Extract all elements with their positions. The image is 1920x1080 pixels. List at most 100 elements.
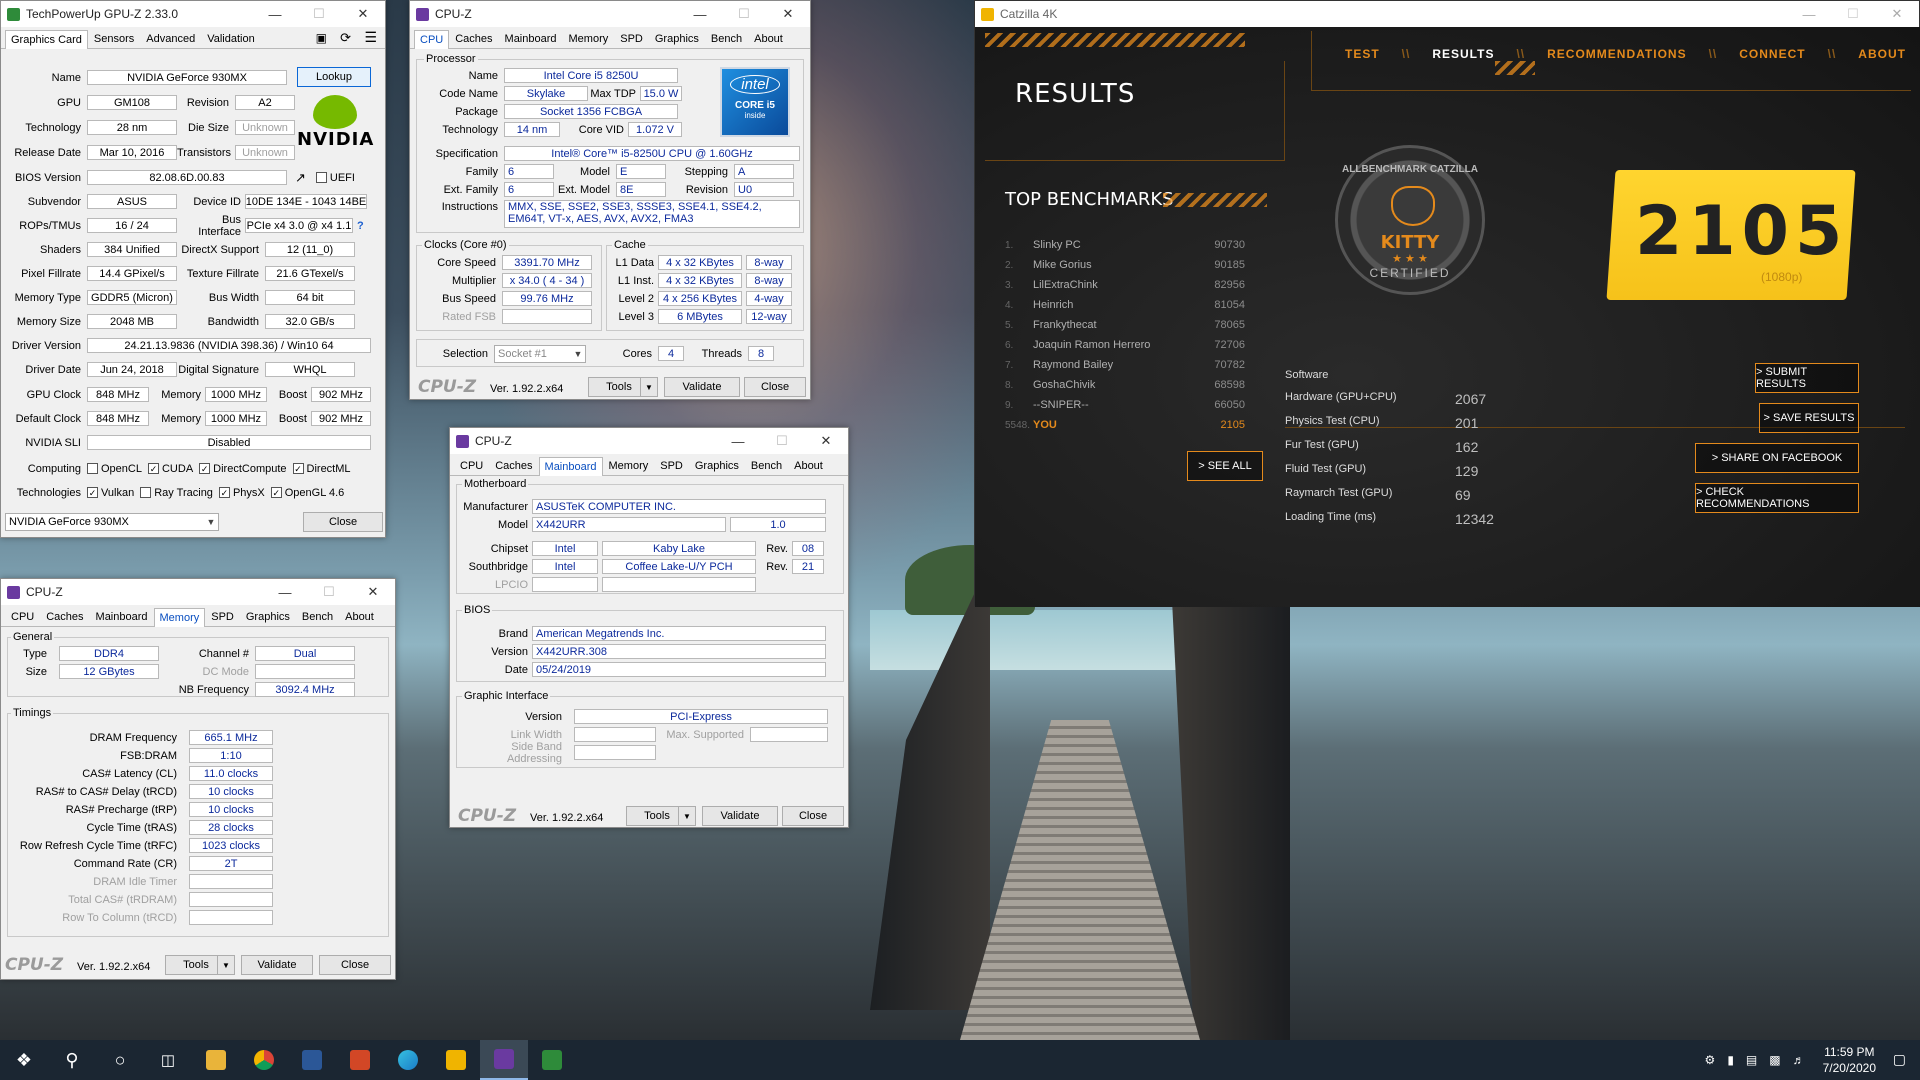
tab-spd[interactable]: SPD <box>614 29 649 48</box>
share-facebook-button[interactable]: > SHARE ON FACEBOOK <box>1695 443 1859 473</box>
lookup-button[interactable]: Lookup <box>297 67 371 87</box>
maximize-icon[interactable]: ☐ <box>722 1 766 27</box>
nav-about[interactable]: ABOUT <box>1858 47 1906 61</box>
maximize-icon[interactable]: ☐ <box>760 428 804 454</box>
close-icon[interactable]: ✕ <box>1875 1 1919 27</box>
cortana-button[interactable]: ○ <box>96 1040 144 1080</box>
close-icon[interactable]: ✕ <box>766 1 810 27</box>
physx-checkbox[interactable]: ✓ PhysX <box>218 487 265 499</box>
taskbar-catzilla[interactable] <box>432 1040 480 1080</box>
validate-button[interactable]: Validate <box>241 955 313 975</box>
opencl-checkbox[interactable]: OpenCL <box>87 463 142 475</box>
tab-about[interactable]: About <box>788 456 829 475</box>
save-results-button[interactable]: > SAVE RESULTS <box>1759 403 1859 433</box>
cpuz-cpu-titlebar[interactable]: CPU-Z — ☐ ✕ <box>410 1 810 27</box>
tab-mainboard[interactable]: Mainboard <box>499 29 563 48</box>
tab-spd[interactable]: SPD <box>205 607 240 626</box>
share-icon[interactable]: ↗ <box>295 170 306 186</box>
catzilla-titlebar[interactable]: Catzilla 4K — ☐ ✕ <box>975 1 1919 27</box>
tools-dropdown-arrow[interactable]: ▼ <box>678 806 696 826</box>
gpuz-titlebar[interactable]: TechPowerUp GPU-Z 2.33.0 — ☐ ✕ <box>1 1 385 27</box>
check-recommendations-button[interactable]: > CHECK RECOMMENDATIONS <box>1695 483 1859 513</box>
cpuz-close-button[interactable]: Close <box>744 377 806 397</box>
see-all-button[interactable]: > SEE ALL <box>1187 451 1263 481</box>
cpuz-close-button[interactable]: Close <box>782 806 844 826</box>
tab-spd[interactable]: SPD <box>654 456 689 475</box>
tab-advanced[interactable]: Advanced <box>140 29 201 48</box>
camera-icon[interactable]: ▣ <box>316 31 327 45</box>
refresh-icon[interactable]: ⟳ <box>340 30 351 46</box>
tab-bench[interactable]: Bench <box>705 29 748 48</box>
tab-graphics[interactable]: Graphics <box>240 607 296 626</box>
minimize-icon[interactable]: — <box>678 1 722 27</box>
tab-memory[interactable]: Memory <box>563 29 615 48</box>
tab-memory[interactable]: Memory <box>153 608 206 627</box>
display-icon[interactable]: ▩ <box>1769 1053 1780 1067</box>
gpu-select-dropdown[interactable]: NVIDIA GeForce 930MX ▼ <box>5 513 219 531</box>
start-button[interactable]: ❖ <box>0 1040 48 1080</box>
tab-validation[interactable]: Validation <box>201 29 261 48</box>
submit-results-button[interactable]: > SUBMIT RESULTS <box>1755 363 1859 393</box>
clock[interactable]: 11:59 PM 7/20/2020 <box>1823 1044 1876 1076</box>
tab-cpu[interactable]: CPU <box>414 30 450 49</box>
steam-icon[interactable]: ⚙ <box>1705 1053 1716 1067</box>
tab-cpu[interactable]: CPU <box>5 607 40 626</box>
search-button[interactable]: ⚲ <box>48 1040 96 1080</box>
task-view-button[interactable]: ◫ <box>144 1040 192 1080</box>
validate-button[interactable]: Validate <box>702 806 778 826</box>
nav-results[interactable]: RESULTS <box>1432 47 1494 61</box>
tab-cpu[interactable]: CPU <box>454 456 489 475</box>
close-icon[interactable]: ✕ <box>341 1 385 27</box>
tools-dropdown-arrow[interactable]: ▼ <box>217 955 235 975</box>
tab-graphics[interactable]: Graphics <box>649 29 705 48</box>
tab-memory[interactable]: Memory <box>603 456 655 475</box>
minimize-icon[interactable]: — <box>1787 1 1831 27</box>
minimize-icon[interactable]: — <box>253 1 297 27</box>
notification-icon[interactable]: ▢ <box>1893 1051 1906 1068</box>
ray-tracing-checkbox[interactable]: Ray Tracing <box>140 487 213 499</box>
nav-connect[interactable]: CONNECT <box>1739 47 1805 61</box>
tab-caches[interactable]: Caches <box>40 607 89 626</box>
tab-caches[interactable]: Caches <box>449 29 498 48</box>
maximize-icon[interactable]: ☐ <box>1831 1 1875 27</box>
tab-caches[interactable]: Caches <box>489 456 538 475</box>
taskbar-chrome[interactable] <box>240 1040 288 1080</box>
vulkan-checkbox[interactable]: ✓ Vulkan <box>87 487 134 499</box>
nav-test[interactable]: TEST <box>1345 47 1380 61</box>
menu-icon[interactable]: ☰ <box>364 29 377 46</box>
cpuz-close-button[interactable]: Close <box>319 955 391 975</box>
directml-checkbox[interactable]: ✓ DirectML <box>292 463 351 475</box>
taskbar-powerpoint[interactable] <box>336 1040 384 1080</box>
tab-graphics[interactable]: Graphics <box>689 456 745 475</box>
gpuz-close-button[interactable]: Close <box>303 512 383 532</box>
taskbar-cpuz[interactable] <box>480 1040 528 1080</box>
minimize-icon[interactable]: — <box>263 579 307 605</box>
tab-about[interactable]: About <box>339 607 380 626</box>
validate-button[interactable]: Validate <box>664 377 740 397</box>
minimize-icon[interactable]: — <box>716 428 760 454</box>
cuda-checkbox[interactable]: ✓ CUDA <box>147 463 193 475</box>
socket-select-dropdown[interactable]: Socket #1 ▼ <box>494 344 586 363</box>
tools-dropdown-arrow[interactable]: ▼ <box>640 377 658 397</box>
tab-bench[interactable]: Bench <box>745 456 788 475</box>
close-icon[interactable]: ✕ <box>804 428 848 454</box>
nav-recommendations[interactable]: RECOMMENDATIONS <box>1547 47 1686 61</box>
cpuz-mainboard-titlebar[interactable]: CPU-Z — ☐ ✕ <box>450 428 848 454</box>
maximize-icon[interactable]: ☐ <box>307 579 351 605</box>
taskbar-word[interactable] <box>288 1040 336 1080</box>
maximize-icon[interactable]: ☐ <box>297 1 341 27</box>
cpuz-memory-titlebar[interactable]: CPU-Z — ☐ ✕ <box>1 579 395 605</box>
tab-mainboard[interactable]: Mainboard <box>538 457 603 476</box>
network-icon[interactable]: ▤ <box>1746 1053 1757 1067</box>
taskbar-file-explorer[interactable] <box>192 1040 240 1080</box>
taskbar-gpuz[interactable] <box>528 1040 576 1080</box>
battery-icon[interactable]: ▮ <box>1727 1053 1734 1067</box>
taskbar-edge[interactable] <box>384 1040 432 1080</box>
tab-mainboard[interactable]: Mainboard <box>90 607 154 626</box>
tab-sensors[interactable]: Sensors <box>88 29 140 48</box>
tab-about[interactable]: About <box>748 29 789 48</box>
help-icon[interactable]: ? <box>357 220 364 232</box>
opengl-checkbox[interactable]: ✓ OpenGL 4.6 <box>270 487 344 499</box>
directcompute-checkbox[interactable]: ✓ DirectCompute <box>199 463 287 475</box>
tab-graphics-card[interactable]: Graphics Card <box>5 30 88 49</box>
